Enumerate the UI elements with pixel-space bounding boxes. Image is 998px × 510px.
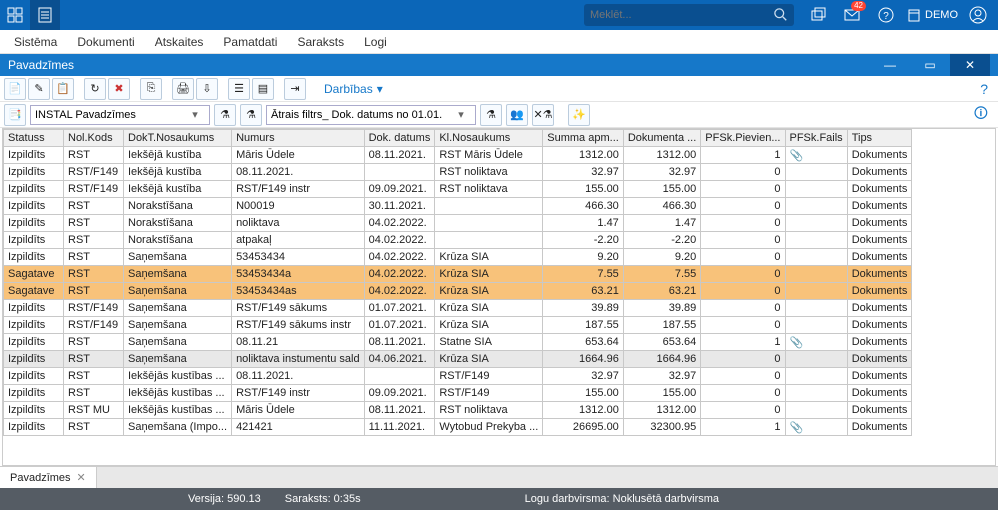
chevron-down-icon: ▾ xyxy=(377,82,383,96)
column-header[interactable]: Kl.Nosaukums xyxy=(435,130,543,147)
chevron-down-icon[interactable]: ▾ xyxy=(453,108,469,121)
table-row[interactable]: IzpildītsRSTNorakstīšananoliktava04.02.2… xyxy=(4,215,912,232)
window-title: Pavadzīmes xyxy=(8,58,74,72)
menu-pamatdati[interactable]: Pamatdati xyxy=(213,32,287,52)
table-row[interactable]: IzpildītsRST/F149SaņemšanaRST/F149 sākum… xyxy=(4,300,912,317)
table-row[interactable]: IzpildītsRST/F149Iekšējā kustībaRST/F149… xyxy=(4,181,912,198)
mail-badge: 42 xyxy=(851,1,866,11)
table-row[interactable]: IzpildītsRSTSaņemšana5345343404.02.2022.… xyxy=(4,249,912,266)
status-bar: Versija: 590.13 Saraksts: 0:35s Logu dar… xyxy=(0,488,998,510)
column-header[interactable]: PFSk.Pievien... xyxy=(701,130,785,147)
menu-dokumenti[interactable]: Dokumenti xyxy=(67,32,144,52)
minimize-button[interactable]: — xyxy=(870,54,910,76)
refresh-icon[interactable]: ↻ xyxy=(84,78,106,100)
edit-icon[interactable]: ✎ xyxy=(28,78,50,100)
table-row[interactable]: SagataveRSTSaņemšana53453434as04.02.2022… xyxy=(4,283,912,300)
help-filter-icon[interactable]: 🛈 xyxy=(974,103,994,127)
help-context-icon[interactable]: ? xyxy=(980,81,994,97)
windows-icon[interactable] xyxy=(804,1,832,29)
filter-toolbar: 📑 ▾ ⚗ ⚗ ▾ ⚗ 👥 ✕⚗ ✨ 🛈 xyxy=(0,102,998,128)
filter-selector[interactable]: ▾ xyxy=(266,105,476,125)
column-header[interactable]: Tips xyxy=(847,130,912,147)
column-header[interactable]: Numurs xyxy=(232,130,365,147)
table-row[interactable]: IzpildītsRST MUIekšējās kustības ...Māri… xyxy=(4,402,912,419)
detail-view-icon[interactable]: ▤ xyxy=(252,78,274,100)
mail-icon[interactable]: 42 xyxy=(838,1,866,29)
export-icon[interactable]: ⇩ xyxy=(196,78,218,100)
column-header[interactable]: PFSk.Fails xyxy=(785,130,847,147)
attachment-icon: 📎 xyxy=(785,419,847,436)
attachment-icon: 📎 xyxy=(785,334,847,351)
menu-atskaites[interactable]: Atskaites xyxy=(145,32,214,52)
column-header[interactable]: Summa apm... xyxy=(543,130,624,147)
column-header[interactable]: DokT.Nosaukums xyxy=(124,130,232,147)
status-timer: Saraksts: 0:35s xyxy=(285,493,361,505)
list-view-icon[interactable]: ☰ xyxy=(228,78,250,100)
properties-icon[interactable]: 📋 xyxy=(52,78,74,100)
svg-text:?: ? xyxy=(883,11,889,22)
table-row[interactable]: IzpildītsRSTSaņemšana (Impo...42142111.1… xyxy=(4,419,912,436)
wand-icon[interactable]: ✨ xyxy=(568,104,590,126)
group-icon[interactable]: 👥 xyxy=(506,104,528,126)
column-header[interactable]: Dok. datums xyxy=(364,130,435,147)
table-row[interactable]: IzpildītsRSTNorakstīšanaatpakaļ04.02.202… xyxy=(4,232,912,249)
data-grid[interactable]: StatussNol.KodsDokT.NosaukumsNumursDok. … xyxy=(2,128,996,466)
search-input[interactable] xyxy=(590,9,774,21)
search-icon[interactable] xyxy=(774,8,788,22)
table-row[interactable]: IzpildītsRSTIekšējās kustības ...RST/F14… xyxy=(4,385,912,402)
tab-pavadzimes[interactable]: Pavadzīmes ✕ xyxy=(0,467,97,488)
demo-button[interactable]: DEMO xyxy=(906,7,958,23)
view-input[interactable] xyxy=(31,106,187,124)
form-icon[interactable] xyxy=(30,0,60,30)
menu-sistēma[interactable]: Sistēma xyxy=(4,32,67,52)
apps-icon[interactable] xyxy=(0,0,30,30)
tab-bar: Pavadzīmes ✕ xyxy=(0,466,998,488)
status-version: Versija: 590.13 xyxy=(188,493,261,505)
column-header[interactable]: Nol.Kods xyxy=(64,130,124,147)
indent-icon[interactable]: ⇥ xyxy=(284,78,306,100)
table-row[interactable]: IzpildītsRSTNorakstīšanaN0001930.11.2021… xyxy=(4,198,912,215)
menu-saraksts[interactable]: Saraksts xyxy=(287,32,354,52)
filter2-icon[interactable]: ⚗ xyxy=(240,104,262,126)
chevron-down-icon[interactable]: ▾ xyxy=(187,108,203,121)
actions-dropdown[interactable]: Darbības ▾ xyxy=(316,80,391,98)
tab-label: Pavadzīmes xyxy=(10,472,71,484)
close-tab-icon[interactable]: ✕ xyxy=(77,471,86,484)
status-workspace: Logu darbvirsma: Noklusētā darbvirsma xyxy=(525,493,719,505)
apply-filter-icon[interactable]: ⚗ xyxy=(480,104,502,126)
table-row[interactable]: SagataveRSTSaņemšana53453434a04.02.2022.… xyxy=(4,266,912,283)
filter1-icon[interactable]: ⚗ xyxy=(214,104,236,126)
filter-input[interactable] xyxy=(267,106,453,124)
table-row[interactable]: IzpildītsRSTSaņemšananoliktava instument… xyxy=(4,351,912,368)
table-row[interactable]: IzpildītsRST/F149SaņemšanaRST/F149 sākum… xyxy=(4,317,912,334)
copy-icon[interactable]: ⎘ xyxy=(140,78,162,100)
table-row[interactable]: IzpildītsRSTIekšējā kustībaMāris Ūdele08… xyxy=(4,147,912,164)
view-selector[interactable]: ▾ xyxy=(30,105,210,125)
main-toolbar: 📄 ✎ 📋 ↻ ✖ ⎘ 🖨 ⇩ ☰ ▤ ⇥ Darbības ▾ ? xyxy=(0,76,998,102)
help-icon[interactable]: ? xyxy=(872,1,900,29)
column-header[interactable]: Statuss xyxy=(4,130,64,147)
global-search[interactable] xyxy=(584,4,794,26)
menubar: SistēmaDokumentiAtskaitesPamatdatiSaraks… xyxy=(0,30,998,54)
table-row[interactable]: IzpildītsRST/F149Iekšējā kustība08.11.20… xyxy=(4,164,912,181)
attachment-icon: 📎 xyxy=(785,147,847,164)
column-header[interactable]: Dokumenta ... xyxy=(623,130,700,147)
window-title-bar: Pavadzīmes — ▭ ✕ xyxy=(0,54,998,76)
menu-logi[interactable]: Logi xyxy=(354,32,397,52)
print-icon[interactable]: 🖨 xyxy=(172,78,194,100)
maximize-button[interactable]: ▭ xyxy=(910,54,950,76)
new-icon[interactable]: 📄 xyxy=(4,78,26,100)
table-row[interactable]: IzpildītsRSTSaņemšana08.11.2108.11.2021.… xyxy=(4,334,912,351)
close-button[interactable]: ✕ xyxy=(950,54,990,76)
table-row[interactable]: IzpildītsRSTIekšējās kustības ...08.11.2… xyxy=(4,368,912,385)
clear-filter-icon[interactable]: ✕⚗ xyxy=(532,104,554,126)
views-icon[interactable]: 📑 xyxy=(4,104,26,126)
delete-icon[interactable]: ✖ xyxy=(108,78,130,100)
user-icon[interactable] xyxy=(964,1,992,29)
titlebar: 42 ? DEMO xyxy=(0,0,998,30)
